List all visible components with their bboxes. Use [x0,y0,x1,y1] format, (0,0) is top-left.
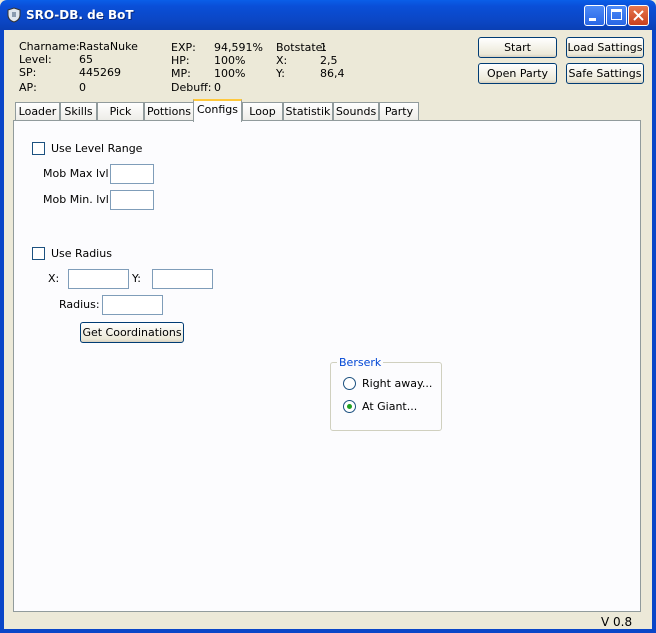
mob-min-lvl-label: Mob Min. lvl [43,193,109,206]
botstate-value: 1 [320,41,327,54]
tab-statistik[interactable]: Statistik [283,102,333,121]
load-settings-button[interactable]: Load Sattings [566,37,644,58]
minimize-icon [589,18,596,21]
mob-max-lvl-label: Mob Max lvl [43,167,109,180]
mob-max-lvl-input[interactable] [110,164,154,184]
close-button[interactable] [628,5,649,26]
tab-pick[interactable]: Pick [97,102,144,121]
debuff-label: Debuff: [171,81,212,94]
use-level-range-label: Use Level Range [51,142,143,155]
window-frame-right [652,30,656,633]
radius-y-label: Y: [132,272,141,285]
exp-value: 94,591% [214,41,263,54]
level-value: 65 [79,53,93,66]
ap-label: AP: [19,81,37,94]
sp-label: SP: [19,66,37,79]
exp-label: EXP: [171,41,196,54]
x-label: X: [276,54,288,67]
start-button[interactable]: Start [478,37,557,58]
y-value: 86,4 [320,67,345,80]
tab-sounds[interactable]: Sounds [333,102,379,121]
debuff-value: 0 [214,81,221,94]
window-title: SRO-DB. de BoT [26,8,134,22]
radius-x-input[interactable] [68,269,129,289]
right-away-label: Right away... [362,377,433,390]
get-coordinations-button[interactable]: Get Coordinations [80,322,184,343]
hp-value: 100% [214,54,246,67]
open-party-button[interactable]: Open Party [478,63,557,84]
window-frame-bottom [0,629,656,633]
close-icon [633,10,644,21]
x-value: 2,5 [320,54,338,67]
level-label: Level: [19,53,52,66]
charname-label: Charname: [19,40,80,53]
right-away-radio[interactable] [343,377,356,390]
minimize-button[interactable] [584,5,605,26]
y-label: Y: [276,67,285,80]
maximize-icon [611,9,622,20]
radius-input[interactable] [102,295,163,315]
radio-selected-dot [347,404,352,409]
mp-value: 100% [214,67,246,80]
window-frame-left [0,30,4,633]
radius-y-input[interactable] [152,269,213,289]
mp-label: MP: [171,67,191,80]
use-radius-label: Use Radius [51,247,112,260]
at-giant-label: At Giant... [362,400,418,413]
botstate-label: Botstate: [276,41,327,54]
berserk-group-label: Berserk [337,356,384,369]
safe-settings-button[interactable]: Safe Sattings [566,63,644,84]
ap-value: 0 [79,81,86,94]
version-label: V 0.8 [601,615,633,629]
maximize-button[interactable] [606,5,627,26]
charname-value: RastaNuke [79,40,138,53]
sp-value: 445269 [79,66,121,79]
tab-party[interactable]: Party [379,102,419,121]
radius-x-label: X: [48,272,60,285]
mob-min-lvl-input[interactable] [110,190,154,210]
tab-configs[interactable]: Configs [193,99,242,122]
use-level-range-checkbox[interactable] [32,142,45,155]
tab-skills[interactable]: Skills [60,102,97,121]
use-radius-checkbox[interactable] [32,247,45,260]
radius-label: Radius: [59,298,100,311]
berserk-groupbox [330,362,442,431]
hp-label: HP: [171,54,190,67]
tab-loader[interactable]: Loader [15,102,60,121]
tab-pottions[interactable]: Pottions [144,102,194,121]
at-giant-radio[interactable] [343,400,356,413]
shield-icon [7,7,21,23]
tab-loop[interactable]: Loop [242,102,283,121]
